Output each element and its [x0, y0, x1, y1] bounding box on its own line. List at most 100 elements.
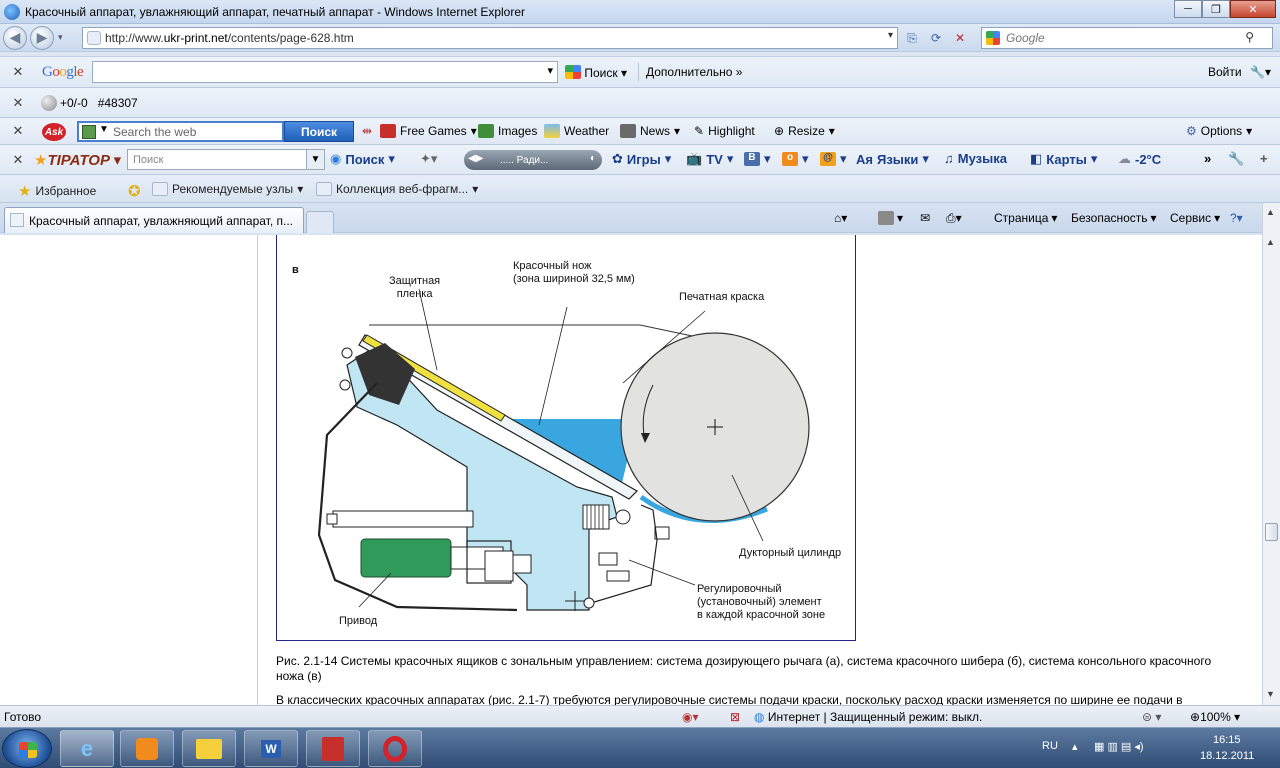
- scroll-down-icon[interactable]: ▼: [1266, 689, 1275, 699]
- close-toolbar-icon[interactable]: ✕: [6, 95, 30, 111]
- search-input[interactable]: Google ⚲: [981, 27, 1273, 49]
- scroll-up-icon[interactable]: ▲: [1266, 207, 1275, 217]
- ask-item-images[interactable]: Images: [478, 124, 537, 138]
- google-more-button[interactable]: Дополнительно »: [646, 65, 742, 79]
- tiptop-item-games[interactable]: ✿ Игры ▾: [612, 151, 671, 167]
- title-bar: Красочный аппарат, увлажняющий аппарат, …: [0, 0, 1280, 24]
- zone-status[interactable]: ◍ Интернет | Защищенный режим: выкл.: [754, 710, 982, 724]
- start-button[interactable]: [2, 729, 52, 768]
- close-toolbar-icon[interactable]: ✕: [6, 152, 30, 168]
- scroll-thumb[interactable]: [1265, 523, 1278, 541]
- tiptop-item-tv[interactable]: 📺 TV ▾: [686, 151, 733, 167]
- ask-item-free-games[interactable]: Free Games ▾: [380, 124, 477, 138]
- blocked-icon[interactable]: ⊠: [730, 710, 740, 724]
- taskbar-acrobat[interactable]: [306, 730, 360, 767]
- favorites-button[interactable]: ★ Избранное: [18, 182, 96, 200]
- history-dropdown-icon[interactable]: ▾: [58, 32, 63, 43]
- play-icon[interactable]: ◀▶: [468, 153, 483, 164]
- drag-handle-icon[interactable]: ⇹: [362, 124, 372, 138]
- tray-icons[interactable]: ▦ ▥ ▤ ◂): [1094, 740, 1144, 753]
- clock-time[interactable]: 16:15: [1213, 734, 1241, 746]
- google-search-input[interactable]: [92, 61, 558, 83]
- mail-icon[interactable]: ✉: [920, 211, 930, 225]
- zoom-control[interactable]: ⊕100% ▾: [1190, 710, 1240, 724]
- taskbar-word[interactable]: W: [244, 730, 298, 767]
- close-toolbar-icon[interactable]: ✕: [6, 64, 30, 80]
- item-label: Избранное: [35, 184, 97, 198]
- taskbar-opera[interactable]: [368, 730, 422, 767]
- print-icon[interactable]: ⎙▾: [946, 211, 962, 226]
- fav-item-slices[interactable]: Коллекция веб-фрагм... ▾: [316, 182, 478, 196]
- google-search-button[interactable]: Поиск ▾: [565, 65, 627, 80]
- add-favorite-icon[interactable]: ✪: [128, 182, 141, 200]
- wrench-icon[interactable]: 🔧: [1228, 151, 1244, 167]
- taskbar-explorer[interactable]: [182, 730, 236, 767]
- forward-button[interactable]: ▶: [30, 25, 54, 50]
- vk-icon[interactable]: В ▾: [744, 151, 771, 167]
- page-icon: [152, 182, 168, 196]
- compatibility-icon[interactable]: ⎘: [902, 29, 922, 47]
- google-login-button[interactable]: Войти: [1208, 65, 1242, 79]
- tiptop-item-languages[interactable]: Ая Языки ▾: [856, 151, 929, 167]
- privacy-icon[interactable]: ◉▾: [682, 710, 699, 724]
- ok-icon[interactable]: о ▾: [782, 151, 809, 167]
- taskbar-media-player[interactable]: [120, 730, 174, 767]
- safety-menu[interactable]: Безопасность ▾: [1071, 211, 1157, 225]
- add-icon[interactable]: +: [1260, 151, 1268, 166]
- radio-player[interactable]: ◀▶ ..... Ради... ◐: [464, 150, 602, 170]
- item-label: Игры: [626, 151, 661, 167]
- maximize-button[interactable]: ❐: [1202, 0, 1230, 18]
- back-button[interactable]: ◀: [3, 25, 27, 50]
- tag-icon[interactable]: ✦▾: [420, 151, 437, 167]
- address-dropdown-icon[interactable]: ▾: [888, 30, 893, 41]
- language-indicator[interactable]: RU: [1042, 740, 1058, 752]
- scroll-up-icon[interactable]: ▲: [1266, 237, 1275, 247]
- left-column: [0, 235, 258, 705]
- new-tab-button[interactable]: [306, 211, 334, 233]
- chevron-down-icon[interactable]: ▼: [99, 124, 109, 135]
- ie-icon: e: [80, 735, 94, 761]
- more-chevron-icon[interactable]: »: [1204, 151, 1211, 166]
- rss-icon[interactable]: ▾: [878, 211, 903, 225]
- close-toolbar-icon[interactable]: ✕: [6, 123, 30, 139]
- home-icon[interactable]: ⌂▾: [834, 211, 847, 225]
- item-label: News: [640, 124, 671, 138]
- lock-icon[interactable]: ⊜ ▾: [1142, 710, 1161, 724]
- folder-icon: [196, 738, 222, 759]
- tiptop-item-maps[interactable]: ◧ Карты ▾: [1030, 151, 1097, 167]
- ask-item-resize[interactable]: ⊕ Resize ▾: [774, 124, 835, 138]
- fav-item-suggested[interactable]: Рекомендуемые узлы ▾: [152, 182, 303, 196]
- help-icon[interactable]: ?▾: [1230, 211, 1243, 225]
- chevron-down-icon[interactable]: ▼: [306, 150, 324, 169]
- ask-item-highlight[interactable]: ✎ Highlight: [694, 124, 755, 138]
- stop-icon[interactable]: ✕: [950, 29, 970, 47]
- tiptop-search-input[interactable]: Поиск ▼: [127, 149, 325, 170]
- tiptop-weather[interactable]: ☁ -2°C: [1118, 151, 1161, 167]
- clock-date[interactable]: 18.12.2011: [1200, 750, 1254, 762]
- volume-icon[interactable]: ◐: [590, 153, 596, 164]
- window-title: Красочный аппарат, увлажняющий аппарат, …: [25, 4, 526, 19]
- ask-search-button[interactable]: Поиск: [284, 121, 354, 142]
- ask-options-button[interactable]: ⚙ Options ▾: [1186, 124, 1252, 138]
- page-menu[interactable]: Страница ▾: [994, 211, 1057, 225]
- tab-current[interactable]: Красочный аппарат, увлажняющий аппарат, …: [4, 207, 304, 233]
- gear-icon: ⚙: [1186, 124, 1197, 138]
- refresh-icon[interactable]: ⟳: [926, 29, 946, 47]
- minimize-button[interactable]: ─: [1174, 0, 1202, 18]
- show-hidden-icons[interactable]: ▴: [1072, 740, 1078, 753]
- ask-item-news[interactable]: News ▾: [620, 124, 680, 138]
- tools-menu[interactable]: Сервис ▾: [1170, 211, 1220, 225]
- address-input[interactable]: http://www. ukr-print.net/contents/page-6…: [82, 27, 898, 49]
- tiptop-search-button[interactable]: ◉ Поиск ▾: [330, 151, 395, 167]
- ask-item-weather[interactable]: Weather: [544, 124, 609, 138]
- figure-caption: Рис. 2.1-14 Системы красочных ящиков с з…: [276, 654, 1212, 683]
- close-button[interactable]: ✕: [1230, 0, 1276, 18]
- taskbar-ie[interactable]: e: [60, 730, 114, 767]
- item-label: Weather: [564, 124, 610, 138]
- vertical-scrollbar[interactable]: ▲ ▲ ▼: [1262, 203, 1280, 705]
- mail-icon[interactable]: @ ▾: [820, 151, 847, 167]
- wrench-icon[interactable]: 🔧▾: [1250, 65, 1271, 79]
- tiptop-item-music[interactable]: ♫ Музыка: [944, 151, 1007, 166]
- ask-search-input[interactable]: ▼ Search the web: [77, 121, 284, 142]
- search-icon[interactable]: ⚲: [1245, 30, 1254, 44]
